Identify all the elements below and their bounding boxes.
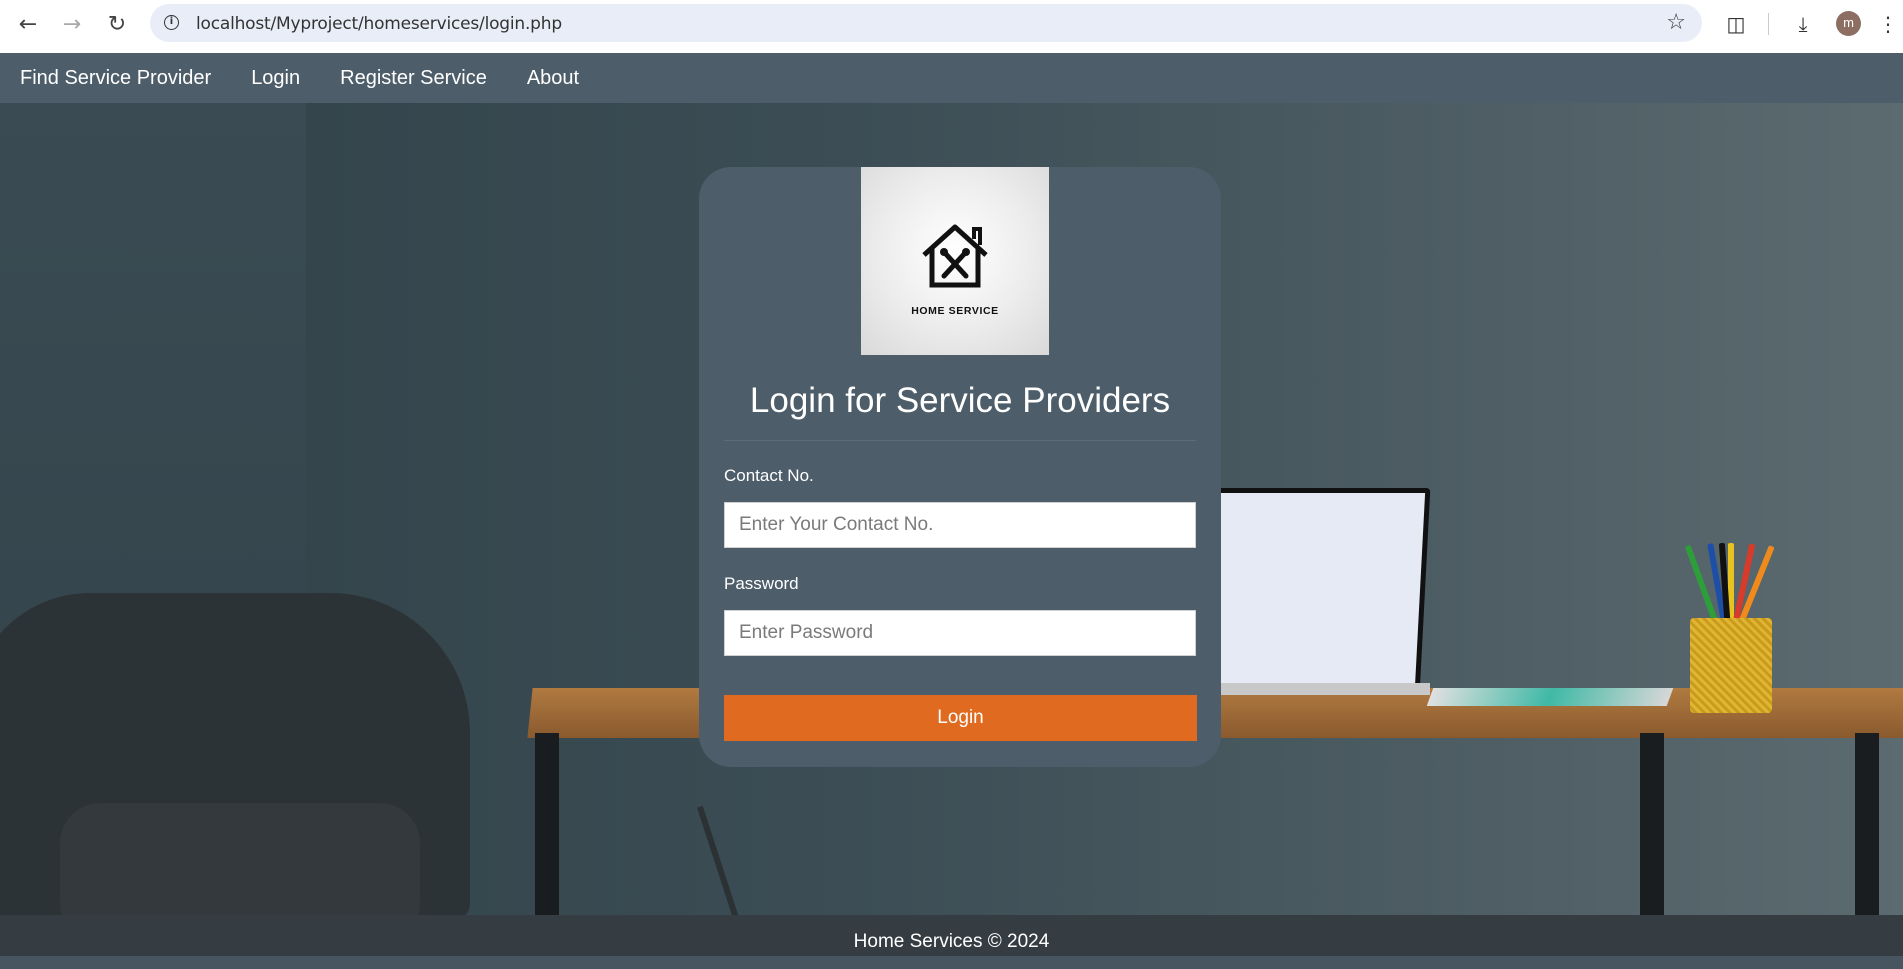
nav-login[interactable]: Login: [251, 67, 300, 90]
armchair-seat: [60, 803, 420, 915]
pencil-cup: [1690, 618, 1772, 713]
back-arrow-icon[interactable]: ←: [6, 2, 50, 46]
url-text[interactable]: localhost/Myproject/homeservices/login.p…: [196, 14, 562, 34]
password-input[interactable]: [724, 610, 1196, 656]
site-navbar: Find Service Provider Login Register Ser…: [0, 53, 1903, 103]
logo: HOME SERVICE: [861, 167, 1049, 355]
address-bar[interactable]: i localhost/Myproject/homeservices/login…: [150, 4, 1702, 42]
menu-dots-icon[interactable]: ⋮: [1876, 4, 1900, 44]
site-info-icon[interactable]: i: [164, 15, 179, 30]
nav-register-service[interactable]: Register Service: [340, 67, 487, 90]
reload-icon[interactable]: ↻: [95, 2, 139, 46]
download-icon[interactable]: ⤓: [1783, 4, 1823, 44]
forward-arrow-icon[interactable]: →: [50, 2, 94, 46]
login-button[interactable]: Login: [724, 695, 1197, 741]
password-label: Password: [724, 574, 799, 593]
desk-leg: [535, 733, 559, 915]
desk-leg: [1855, 733, 1879, 915]
extensions-icon[interactable]: ◫: [1716, 4, 1756, 44]
title-divider: [724, 440, 1196, 441]
desk-leg: [1640, 733, 1664, 915]
browser-toolbar: ← → ↻ i localhost/Myproject/homeservices…: [0, 0, 1903, 53]
house-tools-icon: [922, 224, 988, 288]
footer-text: Home Services © 2024: [853, 931, 1050, 952]
notebooks: [1426, 688, 1674, 706]
footer: Home Services © 2024: [0, 915, 1903, 956]
contact-input[interactable]: [724, 502, 1196, 548]
laptop: [1199, 488, 1431, 693]
login-card: HOME SERVICE Login for Service Providers…: [699, 167, 1221, 767]
bookmark-star-icon[interactable]: ☆: [1666, 10, 1686, 35]
logo-text: HOME SERVICE: [911, 305, 999, 317]
contact-label: Contact No.: [724, 466, 814, 485]
nav-find-service-provider[interactable]: Find Service Provider: [20, 67, 211, 90]
nav-about[interactable]: About: [527, 67, 579, 90]
chair-frame: [696, 805, 750, 915]
toolbar-divider: [1768, 13, 1769, 35]
profile-avatar[interactable]: m: [1836, 11, 1861, 36]
login-title: Login for Service Providers: [749, 381, 1171, 420]
